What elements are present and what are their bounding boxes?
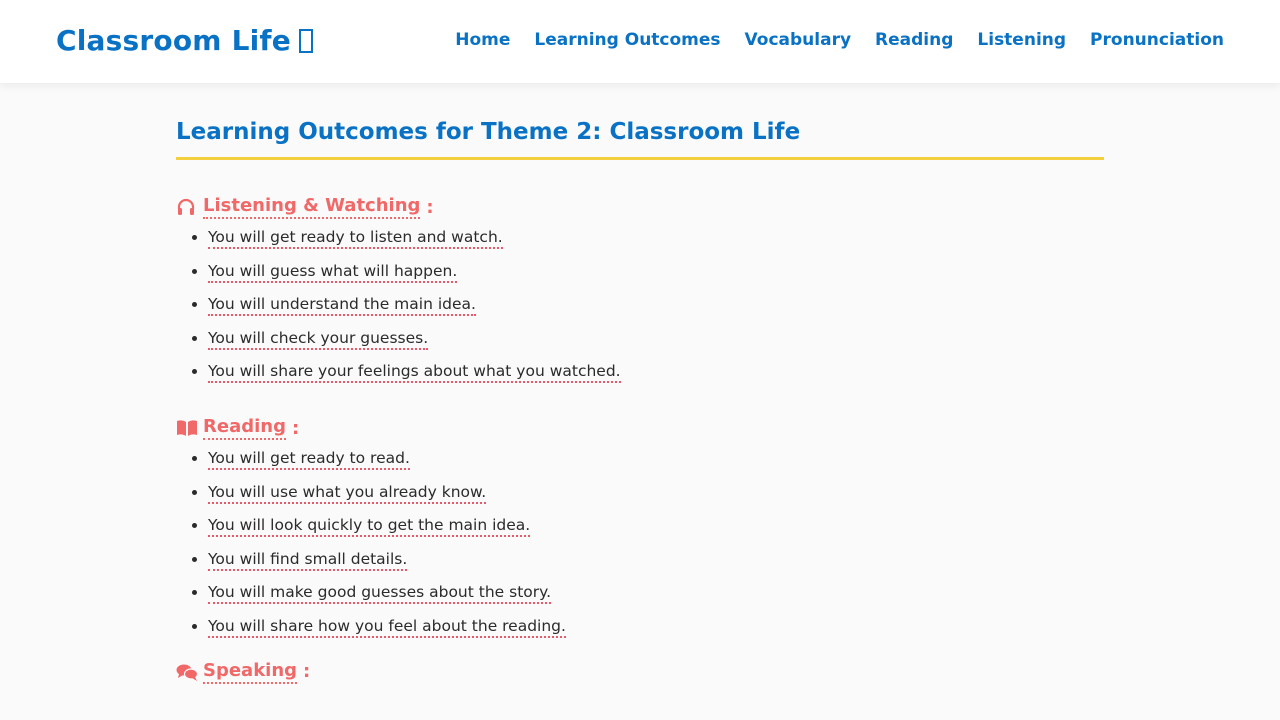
- section-heading-label: Listening & Watching: [203, 195, 421, 219]
- nav-reading[interactable]: Reading: [875, 30, 953, 50]
- list-item: You will use what you already know.: [208, 481, 1104, 504]
- nav-pronunciation[interactable]: Pronunciation: [1090, 30, 1224, 50]
- list-item: You will find small details.: [208, 548, 1104, 571]
- outcome-list: You will get ready to read. You will use…: [176, 447, 1104, 638]
- outcome-list: You will get ready to listen and watch. …: [176, 226, 1104, 383]
- section-heading-label: Reading: [203, 416, 286, 440]
- site-brand[interactable]: Classroom Life: [56, 24, 313, 57]
- nav-learning-outcomes[interactable]: Learning Outcomes: [534, 30, 720, 50]
- list-item: You will get ready to read.: [208, 447, 1104, 470]
- nav-home[interactable]: Home: [455, 30, 510, 50]
- nav-listening[interactable]: Listening: [977, 30, 1066, 50]
- page-title: Learning Outcomes for Theme 2: Classroom…: [176, 119, 1104, 160]
- site-brand-label: Classroom Life: [56, 24, 291, 57]
- list-item: You will guess what will happen.: [208, 260, 1104, 283]
- brand-glyph-icon: [299, 29, 313, 53]
- list-item: You will get ready to listen and watch.: [208, 226, 1104, 249]
- section-listening-watching: Listening & Watching : You will get read…: [176, 194, 1104, 383]
- book-icon: [176, 418, 197, 438]
- list-item: You will check your guesses.: [208, 327, 1104, 350]
- section-heading-label: Speaking: [203, 660, 298, 684]
- list-item: You will share how you feel about the re…: [208, 615, 1104, 638]
- section-speaking: Speaking :: [176, 659, 1104, 685]
- main-content: Learning Outcomes for Theme 2: Classroom…: [176, 83, 1104, 685]
- section-reading: Reading : You will get ready to read. Yo…: [176, 415, 1104, 638]
- section-heading: Reading :: [176, 415, 1104, 441]
- section-heading: Listening & Watching :: [176, 194, 1104, 220]
- speech-bubbles-icon: [176, 662, 199, 682]
- list-item: You will share your feelings about what …: [208, 360, 1104, 383]
- headphones-icon: [176, 197, 196, 217]
- list-item: You will look quickly to get the main id…: [208, 514, 1104, 537]
- main-nav: Home Learning Outcomes Vocabulary Readin…: [455, 30, 1224, 50]
- top-navigation-bar: Classroom Life Home Learning Outcomes Vo…: [0, 0, 1280, 83]
- list-item: You will understand the main idea.: [208, 293, 1104, 316]
- section-heading: Speaking :: [176, 659, 1104, 685]
- nav-vocabulary[interactable]: Vocabulary: [745, 30, 852, 50]
- list-item: You will make good guesses about the sto…: [208, 581, 1104, 604]
